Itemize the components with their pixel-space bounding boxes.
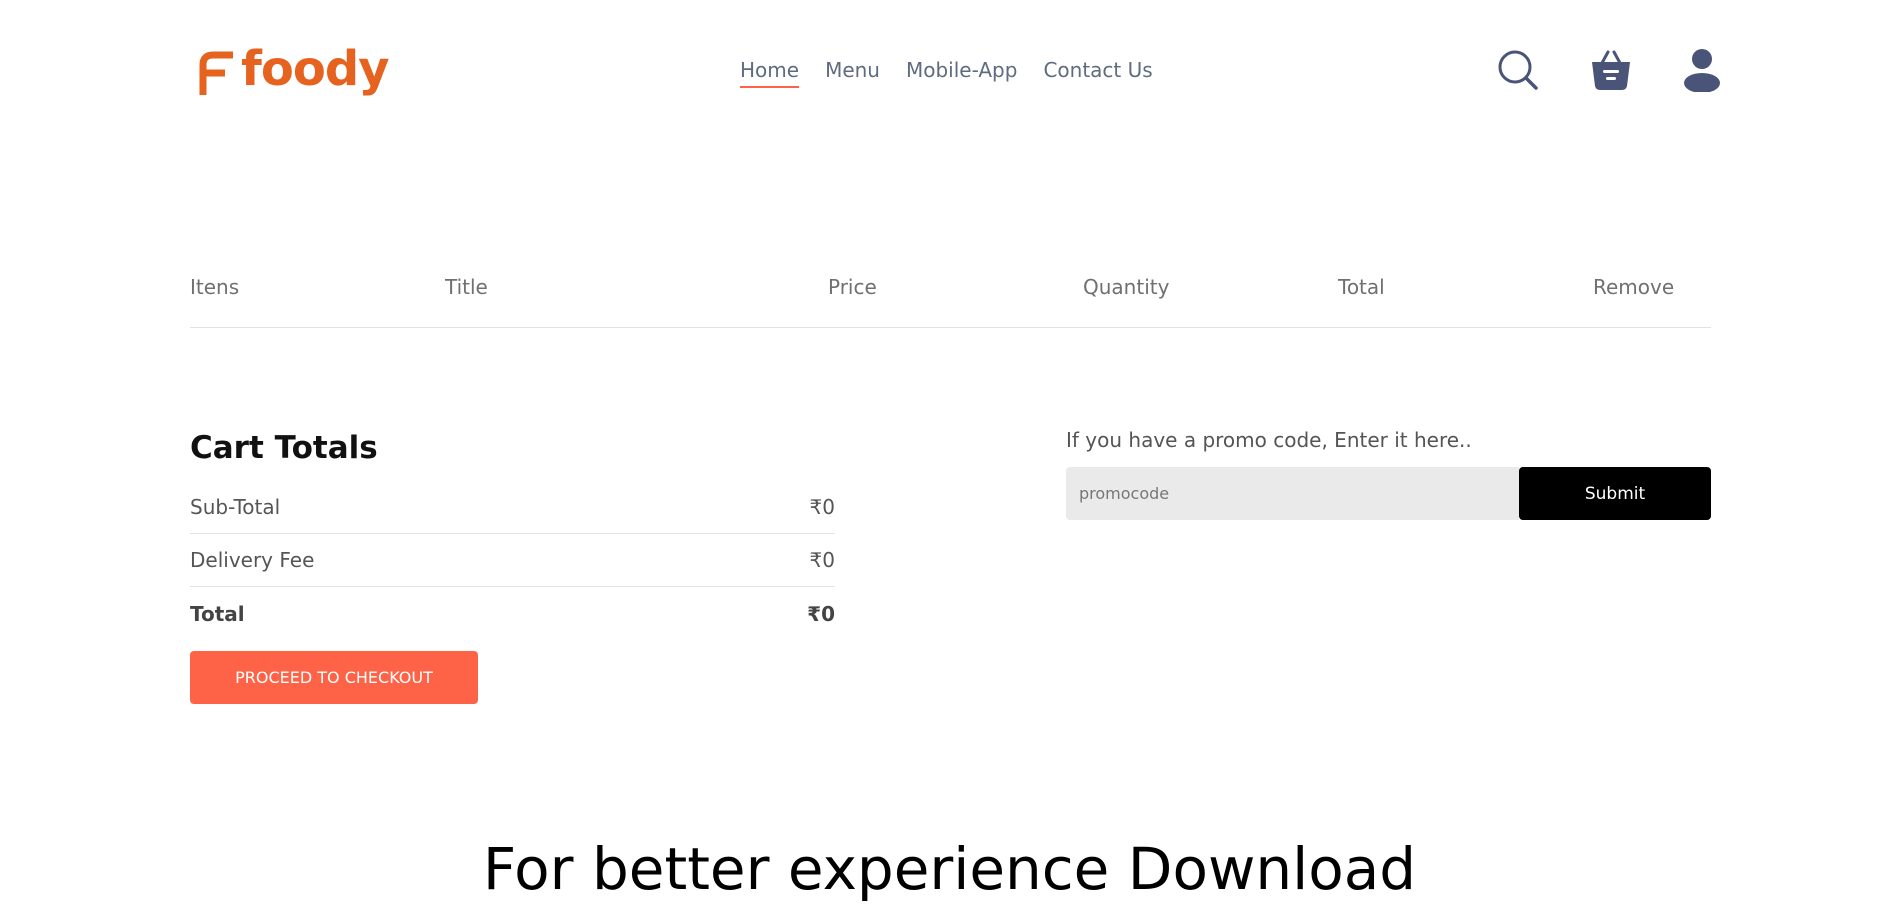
- subtotal-value: ₹0: [809, 495, 835, 519]
- foody-logo-icon: [199, 51, 233, 95]
- delivery-fee-value: ₹0: [809, 548, 835, 572]
- column-price: Price: [828, 275, 877, 299]
- brand-logo[interactable]: foody: [199, 41, 389, 102]
- column-items: Itens: [190, 275, 240, 299]
- basket-icon[interactable]: [1589, 48, 1633, 92]
- brand-name: foody: [241, 41, 389, 97]
- nav-contact-us[interactable]: Contact Us: [1043, 58, 1152, 88]
- column-remove: Remove: [1593, 275, 1675, 299]
- total-row: Total ₹0: [190, 602, 835, 632]
- proceed-to-checkout-button[interactable]: PROCEED TO CHECKOUT: [190, 651, 478, 704]
- cart-totals-title: Cart Totals: [190, 430, 378, 466]
- download-heading: For better experience Download: [482, 835, 1417, 903]
- nav-mobile-app[interactable]: Mobile-App: [906, 58, 1017, 88]
- nav-home[interactable]: Home: [740, 58, 800, 88]
- user-icon[interactable]: [1680, 48, 1724, 92]
- total-label: Total: [190, 602, 245, 626]
- delivery-fee-row: Delivery Fee ₹0: [190, 548, 835, 587]
- promo-submit-button[interactable]: Submit: [1519, 467, 1711, 520]
- column-title: Title: [445, 275, 488, 299]
- total-value: ₹0: [807, 602, 835, 626]
- promo-label: If you have a promo code, Enter it here.…: [1066, 428, 1472, 452]
- subtotal-label: Sub-Total: [190, 495, 281, 519]
- column-quantity: Quantity: [1083, 275, 1170, 299]
- cart-table-header: Itens Title Price Quantity Total Remove: [190, 275, 1711, 328]
- delivery-fee-label: Delivery Fee: [190, 548, 315, 572]
- promo-form: Submit: [1066, 467, 1711, 520]
- subtotal-row: Sub-Total ₹0: [190, 495, 835, 534]
- promocode-input[interactable]: [1066, 467, 1519, 520]
- nav-menu[interactable]: Menu: [825, 58, 880, 88]
- main-nav: Home Menu Mobile-App Contact Us: [740, 58, 1153, 88]
- search-icon[interactable]: [1496, 48, 1540, 92]
- column-total: Total: [1338, 275, 1385, 299]
- cart-page: foody Home Menu Mobile-App Contact Us It…: [0, 0, 1899, 917]
